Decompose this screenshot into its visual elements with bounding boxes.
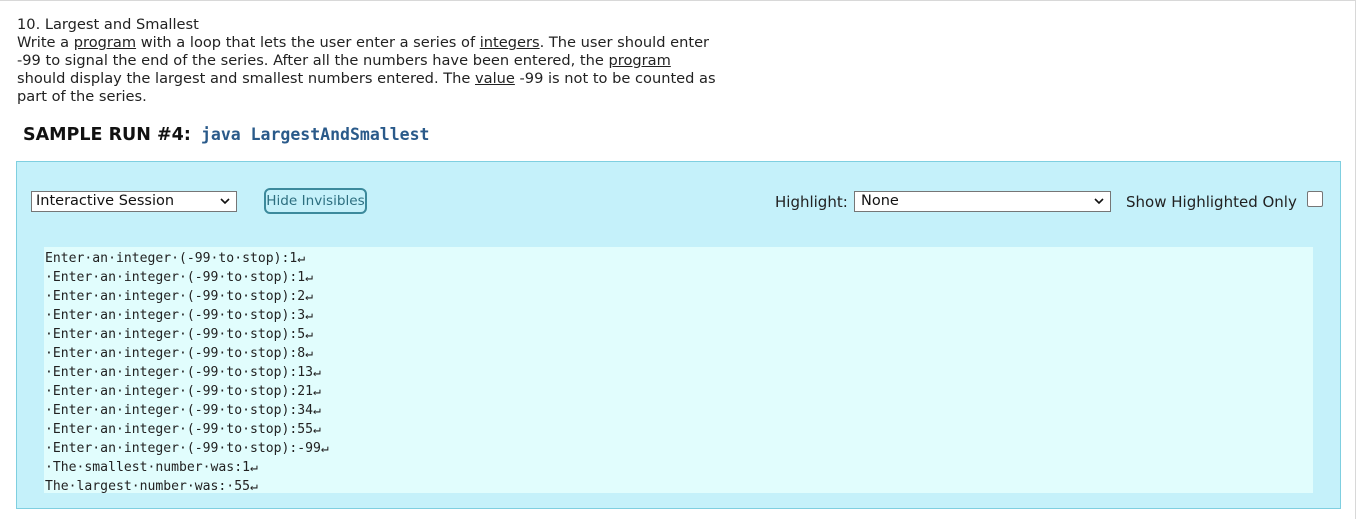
description-text: should display the largest and smallest … [17,70,475,87]
underlined-term: program [73,34,137,51]
hide-invisibles-button[interactable]: Hide Invisibles [264,188,367,214]
chevron-down-icon [1093,192,1105,217]
output-line: ·Enter·an·integer·(-99·to·stop):8↵ [45,346,314,361]
problem-statement: 10. Largest and Smallest Write a program… [17,16,717,106]
output-line: ·Enter·an·integer·(-99·to·stop):2↵ [45,289,314,304]
sample-run-command: java LargestAndSmallest [200,125,430,144]
sample-run-label: SAMPLE RUN #4: [23,125,191,145]
output-line: ·Enter·an·integer·(-99·to·stop):1↵ [45,270,314,285]
highlight-select[interactable]: None [854,191,1111,212]
output-line: Enter·an·integer·(-99·to·stop):1↵ [45,251,306,266]
output-line: ·Enter·an·integer·(-99·to·stop):55↵ [45,422,321,437]
problem-description: Write a program with a loop that lets th… [17,34,717,106]
output-line: The·largest·number·was:·55↵ [45,479,258,494]
underlined-term: program [608,52,671,69]
session-type-value: Interactive Session [36,193,175,209]
chevron-down-icon [219,192,231,217]
session-panel: Interactive Session Hide Invisibles High… [16,161,1341,509]
underlined-term: integers [479,34,540,51]
output-line: ·Enter·an·integer·(-99·to·stop):-99↵ [45,441,329,456]
show-highlighted-only-checkbox[interactable] [1307,191,1323,207]
output-line: ·Enter·an·integer·(-99·to·stop):21↵ [45,384,321,399]
output-lines: Enter·an·integer·(-99·to·stop):1↵ ·Enter·… [45,249,329,496]
problem-title: 10. Largest and Smallest [17,16,199,33]
sample-run-heading: SAMPLE RUN #4: java LargestAndSmallest [23,125,429,145]
highlight-select-value: None [861,193,899,209]
highlight-label: Highlight: [775,193,848,211]
underlined-term: value [475,70,515,87]
output-line: ·The·smallest·number·was:1↵ [45,460,258,475]
output-line: ·Enter·an·integer·(-99·to·stop):3↵ [45,308,314,323]
session-type-select[interactable]: Interactive Session [31,191,237,212]
output-line: ·Enter·an·integer·(-99·to·stop):13↵ [45,365,321,380]
output-line: ·Enter·an·integer·(-99·to·stop):34↵ [45,403,321,418]
session-output: Enter·an·integer·(-99·to·stop):1↵ ·Enter·… [44,247,1313,496]
output-line: ·Enter·an·integer·(-99·to·stop):5↵ [45,327,314,342]
description-text: with a loop that lets the user enter a s… [136,34,480,51]
show-highlighted-only-label: Show Highlighted Only [1126,193,1297,211]
description-text: Write a [17,34,74,51]
